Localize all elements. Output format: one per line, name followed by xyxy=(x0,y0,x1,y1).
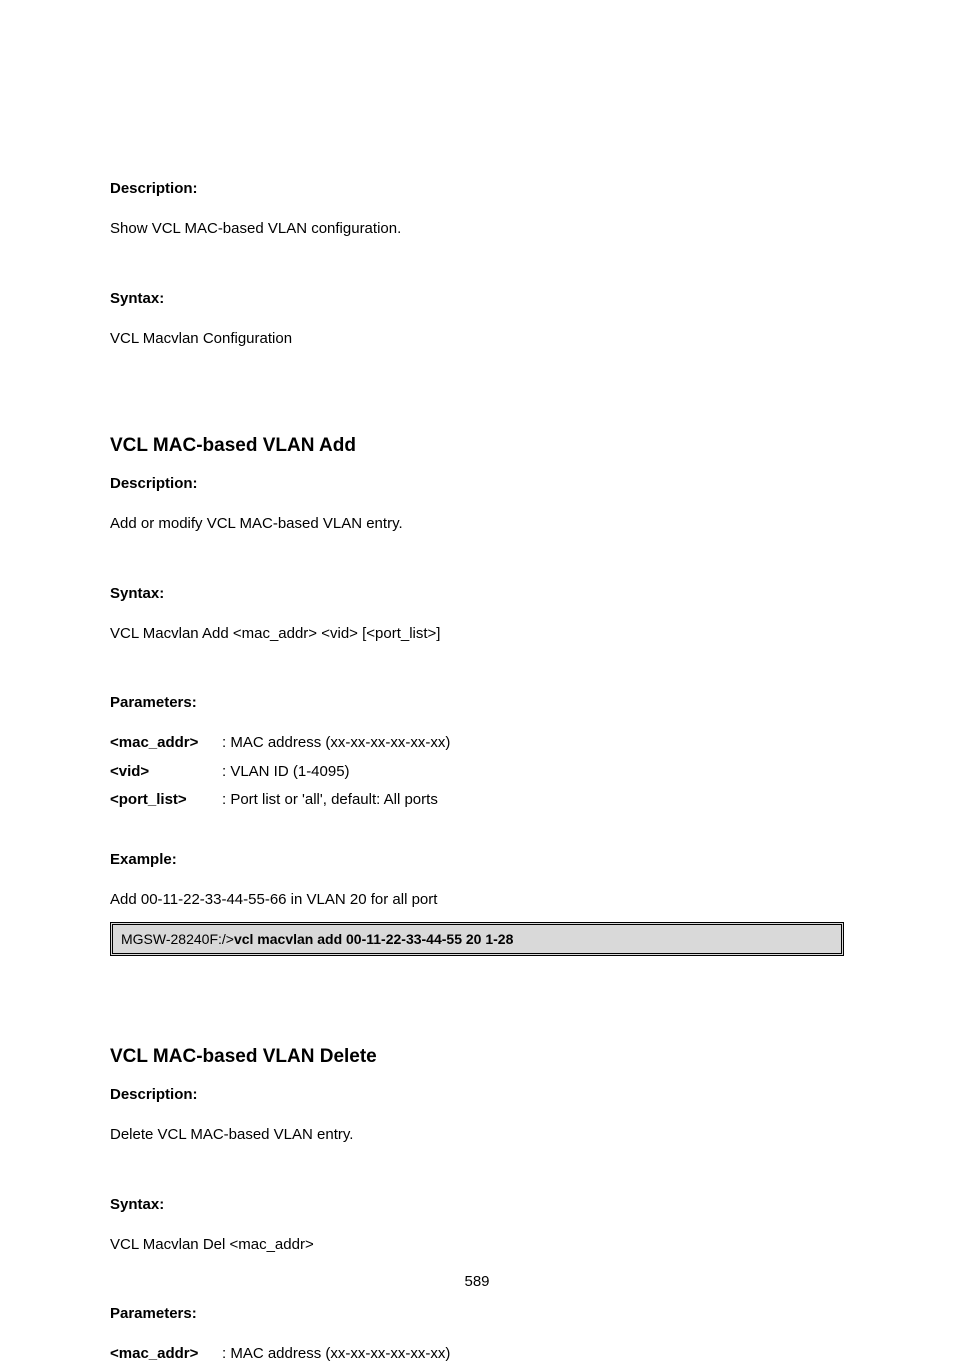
parameter-label: <mac_addr> xyxy=(110,1340,222,1369)
description-heading: Description: xyxy=(110,475,844,492)
syntax-heading: Syntax: xyxy=(110,290,844,307)
parameter-label: <mac_addr> xyxy=(110,729,222,758)
syntax-heading: Syntax: xyxy=(110,585,844,602)
parameter-row: <vid> : VLAN ID (1-4095) xyxy=(110,758,844,787)
parameter-desc: : MAC address (xx-xx-xx-xx-xx-xx) xyxy=(222,729,844,758)
parameter-label: <vid> xyxy=(110,758,222,787)
example-prompt: MGSW-28240F:/> xyxy=(121,931,234,947)
syntax-text: VCL Macvlan Configuration xyxy=(110,325,844,354)
parameters-heading: Parameters: xyxy=(110,1305,844,1322)
example-code-box: MGSW-28240F:/>vcl macvlan add 00-11-22-3… xyxy=(110,922,844,956)
example-heading: Example: xyxy=(110,851,844,868)
parameter-row: <mac_addr> : MAC address (xx-xx-xx-xx-xx… xyxy=(110,1340,844,1369)
syntax-heading: Syntax: xyxy=(110,1196,844,1213)
parameters-heading: Parameters: xyxy=(110,694,844,711)
syntax-text: VCL Macvlan Del <mac_addr> xyxy=(110,1231,844,1260)
description-text: Show VCL MAC-based VLAN configuration. xyxy=(110,215,844,244)
parameter-row: <mac_addr> : MAC address (xx-xx-xx-xx-xx… xyxy=(110,729,844,758)
description-heading: Description: xyxy=(110,1086,844,1103)
example-command: vcl macvlan add 00-11-22-33-44-55 20 1-2… xyxy=(234,931,513,947)
parameter-label: <port_list> xyxy=(110,786,222,815)
description-heading: Description: xyxy=(110,180,844,197)
document-content: Description: Show VCL MAC-based VLAN con… xyxy=(0,0,954,1369)
syntax-text: VCL Macvlan Add <mac_addr> <vid> [<port_… xyxy=(110,620,844,649)
parameter-desc: : VLAN ID (1-4095) xyxy=(222,758,844,787)
section-title: VCL MAC-based VLAN Delete xyxy=(110,1046,844,1068)
page-number: 589 xyxy=(0,1273,954,1290)
parameter-row: <port_list> : Port list or 'all', defaul… xyxy=(110,786,844,815)
parameter-desc: : Port list or 'all', default: All ports xyxy=(222,786,844,815)
section-title: VCL MAC-based VLAN Add xyxy=(110,435,844,457)
description-text: Delete VCL MAC-based VLAN entry. xyxy=(110,1121,844,1150)
description-text: Add or modify VCL MAC-based VLAN entry. xyxy=(110,510,844,539)
example-text: Add 00-11-22-33-44-55-66 in VLAN 20 for … xyxy=(110,886,844,915)
parameter-desc: : MAC address (xx-xx-xx-xx-xx-xx) xyxy=(222,1340,844,1369)
